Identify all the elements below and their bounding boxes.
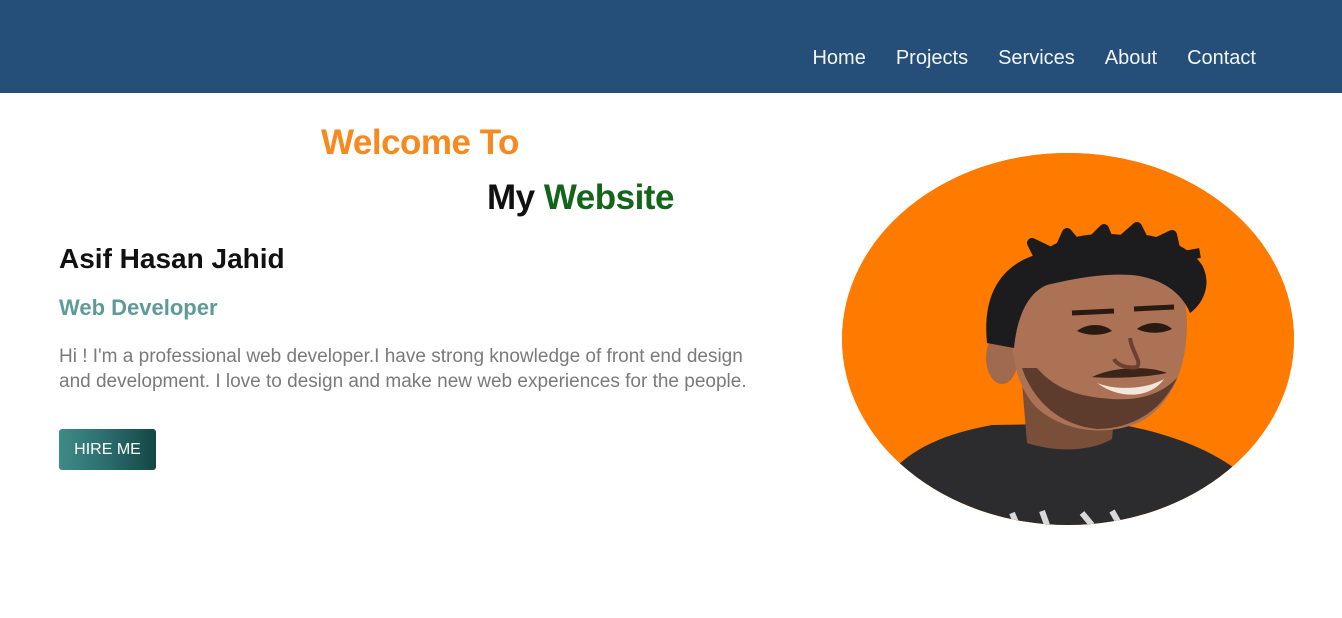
profile-avatar bbox=[842, 153, 1294, 525]
developer-role: Web Developer bbox=[59, 295, 218, 320]
profile-photo-illustration bbox=[842, 153, 1294, 525]
my-word: My bbox=[487, 178, 535, 217]
nav-home-link[interactable]: Home bbox=[812, 45, 865, 71]
nav-menu: Home Projects Services About Contact bbox=[812, 45, 1256, 71]
nav-projects-link[interactable]: Projects bbox=[896, 45, 968, 71]
hire-me-button[interactable]: HIRE ME bbox=[59, 429, 156, 470]
navbar: Home Projects Services About Contact bbox=[0, 0, 1342, 93]
nav-about-link[interactable]: About bbox=[1105, 45, 1157, 71]
developer-name: Asif Hasan Jahid bbox=[59, 243, 285, 274]
nav-services-link[interactable]: Services bbox=[998, 45, 1075, 71]
welcome-heading: Welcome To bbox=[321, 123, 519, 162]
site-heading: My Website bbox=[487, 178, 674, 218]
nav-contact-link[interactable]: Contact bbox=[1187, 45, 1256, 71]
bio-text: Hi ! I'm a professional web developer.I … bbox=[59, 346, 747, 392]
website-word: Website bbox=[543, 178, 675, 217]
